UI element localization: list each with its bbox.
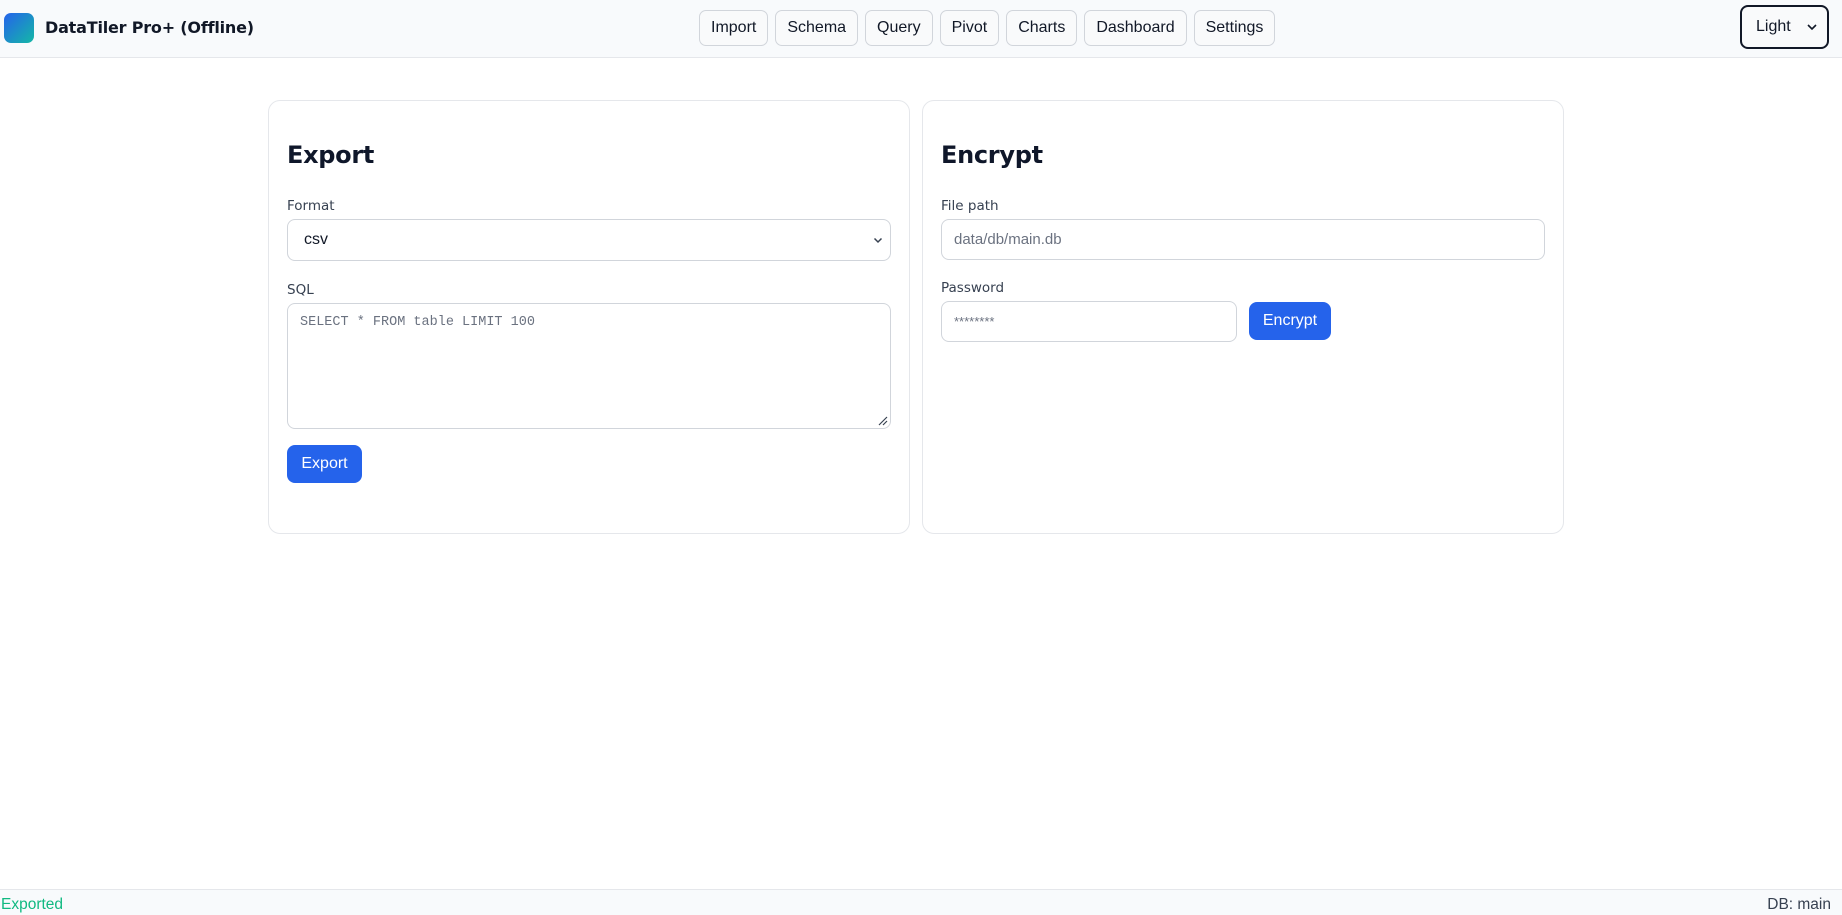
status-message: Exported — [1, 896, 64, 913]
nav-settings-button[interactable]: Settings — [1193, 10, 1276, 46]
brand: DataTiler Pro+ (Offline) — [4, 11, 254, 44]
nav-pivot-button[interactable]: Pivot — [939, 10, 1000, 46]
encrypt-button[interactable]: Encrypt — [1249, 302, 1331, 340]
db-indicator: DB: main — [1767, 896, 1831, 913]
nav-dashboard-button[interactable]: Dashboard — [1084, 10, 1187, 46]
format-select-value: csv — [304, 231, 328, 248]
encrypt-title: Encrypt — [941, 141, 1043, 169]
app-title: DataTiler Pro+ (Offline) — [45, 18, 254, 37]
password-input[interactable]: ******** — [941, 301, 1237, 342]
password-label: Password — [941, 280, 1005, 296]
file-path-placeholder: data/db/main.db — [954, 231, 1062, 248]
top-bar: DataTiler Pro+ (Offline) Import Schema Q… — [0, 0, 1842, 58]
format-label: Format — [287, 198, 335, 214]
nav-charts-button[interactable]: Charts — [1006, 10, 1078, 46]
export-button[interactable]: Export — [287, 445, 362, 483]
sql-textarea[interactable]: SELECT * FROM table LIMIT 100 — [287, 303, 891, 429]
chevron-down-icon — [1807, 24, 1817, 31]
sql-label: SQL — [287, 282, 314, 298]
app-logo-icon — [4, 12, 34, 43]
resize-grip-icon[interactable] — [878, 416, 888, 426]
export-title: Export — [287, 141, 375, 169]
file-path-input[interactable]: data/db/main.db — [941, 219, 1545, 260]
password-placeholder: ******** — [954, 314, 995, 329]
format-select[interactable]: csv — [287, 219, 891, 261]
export-panel: Export Format csv SQL SELECT * FROM tabl… — [268, 100, 910, 534]
nav-schema-button[interactable]: Schema — [775, 10, 859, 46]
theme-select[interactable]: Light — [1740, 5, 1829, 49]
nav-import-button[interactable]: Import — [699, 10, 769, 46]
sql-placeholder: SELECT * FROM table LIMIT 100 — [300, 315, 535, 330]
encrypt-panel: Encrypt File path data/db/main.db Passwo… — [922, 100, 1564, 534]
file-path-label: File path — [941, 198, 999, 214]
status-bar: Exported DB: main — [0, 889, 1842, 915]
theme-select-value: Light — [1756, 18, 1791, 35]
main-nav: Import Schema Query Pivot Charts Dashboa… — [699, 10, 1282, 46]
chevron-down-icon — [873, 237, 883, 244]
nav-query-button[interactable]: Query — [865, 10, 933, 46]
